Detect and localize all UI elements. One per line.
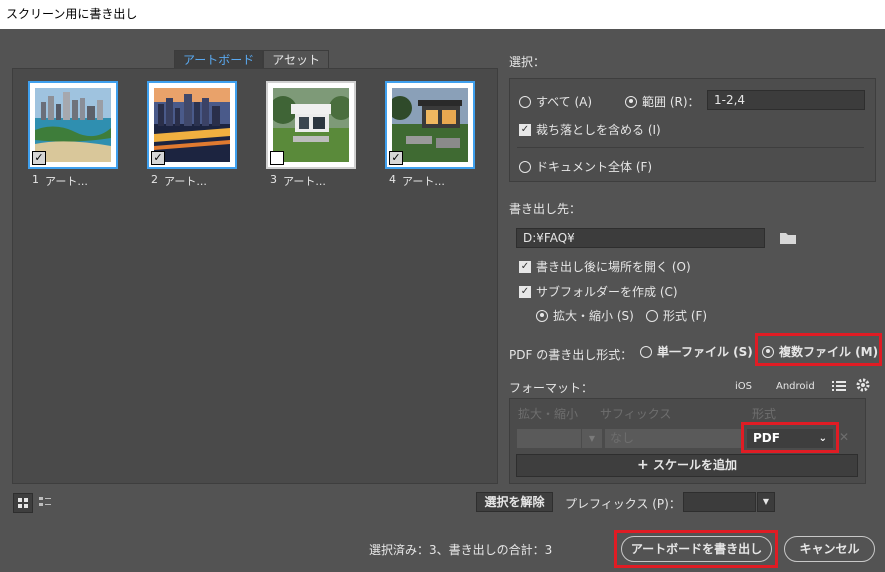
artboard-panel: ✓ 1 アート... ✓ 2 アート... 3 アート... ✓ 4 アート..… xyxy=(12,68,498,484)
select-range-radio[interactable] xyxy=(625,95,637,108)
modern-house-dusk-thumbnail xyxy=(392,88,468,162)
artboard-item[interactable]: ✓ 1 アート... xyxy=(28,81,118,189)
create-subfolders-checkbox[interactable]: ✓ xyxy=(519,285,531,298)
tab-artboards[interactable]: アートボード xyxy=(174,50,264,70)
tab-assets[interactable]: アセット xyxy=(263,50,330,70)
subfolder-by-format-label: 形式 (F) xyxy=(663,309,708,323)
col-suffix-header: サフィックス xyxy=(600,407,672,421)
artboard-thumbnail[interactable]: ✓ xyxy=(147,81,237,169)
grid-icon xyxy=(18,498,28,508)
scale-input[interactable] xyxy=(517,429,581,448)
add-scale-label: スケールを追加 xyxy=(652,458,737,472)
export-to-section-label: 書き出し先： xyxy=(509,202,582,216)
whole-document-radio[interactable] xyxy=(519,160,531,173)
include-bleed-option[interactable]: ✓ 裁ち落としを含める (I) xyxy=(519,121,661,138)
subfolder-by-format-radio[interactable] xyxy=(646,309,658,322)
divider xyxy=(517,147,864,148)
open-after-export-option[interactable]: ✓ 書き出し後に場所を開く (O) xyxy=(519,258,691,275)
chevron-down-icon[interactable]: ▼ xyxy=(757,492,775,512)
highlight-box xyxy=(755,333,882,366)
artboard-thumbnail[interactable] xyxy=(266,81,356,169)
prefix-label: プレフィックス (P)： xyxy=(565,497,681,511)
create-subfolders-label: サブフォルダーを作成 (C) xyxy=(536,285,678,299)
artboard-checkbox[interactable] xyxy=(270,151,284,165)
artboard-checkbox[interactable]: ✓ xyxy=(151,151,165,165)
prefix-input[interactable] xyxy=(683,492,756,512)
artboard-name: アート... xyxy=(402,175,445,188)
pdf-single-label: 単一ファイル (S) xyxy=(657,345,753,359)
folder-icon[interactable] xyxy=(779,230,797,248)
artboard-number: 2 xyxy=(151,173,158,186)
add-scale-button[interactable]: + スケールを追加 xyxy=(516,454,858,477)
artboard-checkbox[interactable]: ✓ xyxy=(389,151,403,165)
artboard-thumbnail[interactable]: ✓ xyxy=(28,81,118,169)
create-subfolders-option[interactable]: ✓ サブフォルダーを作成 (C) xyxy=(519,283,678,300)
artboard-item[interactable]: 3 アート... xyxy=(266,81,356,189)
city-coast-thumbnail xyxy=(35,88,111,162)
pdf-export-label: PDF の書き出し形式： xyxy=(509,348,633,362)
list-view-button[interactable] xyxy=(36,493,56,513)
subfolder-by-scale-label: 拡大・縮小 (S) xyxy=(553,309,634,323)
artboard-thumbnail[interactable]: ✓ xyxy=(385,81,475,169)
artboard-checkbox[interactable]: ✓ xyxy=(32,151,46,165)
select-all-radio[interactable] xyxy=(519,95,531,108)
list-icon[interactable] xyxy=(832,379,850,397)
highlight-box xyxy=(614,530,778,568)
artboard-number: 4 xyxy=(389,173,396,186)
export-path-input[interactable]: D:¥FAQ¥ xyxy=(516,228,765,248)
include-bleed-label: 裁ち落としを含める (I) xyxy=(536,123,661,137)
artboard-item[interactable]: ✓ 2 アート... xyxy=(147,81,237,189)
modern-house-day-thumbnail xyxy=(273,88,349,162)
range-input[interactable]: 1-2,4 xyxy=(707,90,865,110)
highlight-box xyxy=(741,422,839,453)
pdf-single-radio[interactable] xyxy=(640,345,652,358)
artboard-name: アート... xyxy=(283,175,326,188)
deselect-button[interactable]: 選択を解除 xyxy=(476,492,553,512)
select-range-option[interactable]: 範囲 (R)： xyxy=(625,93,700,110)
subfolder-by-format-option[interactable]: 形式 (F) xyxy=(646,307,707,324)
ios-preset-button[interactable]: iOS xyxy=(735,381,752,392)
status-text: 選択済み：3、書き出しの合計：3 xyxy=(369,543,553,557)
grid-view-button[interactable] xyxy=(13,493,33,513)
list-view-icon xyxy=(39,497,51,506)
android-preset-button[interactable]: Android xyxy=(776,381,815,392)
tab-bar: アートボード アセット xyxy=(174,50,330,70)
artboard-number: 1 xyxy=(32,173,39,186)
select-range-label: 範囲 (R)： xyxy=(642,95,700,109)
format-section-label: フォーマット： xyxy=(509,381,594,395)
open-after-export-checkbox[interactable]: ✓ xyxy=(519,260,531,273)
gear-icon[interactable] xyxy=(856,378,874,396)
suffix-input[interactable]: なし xyxy=(605,429,743,448)
window-title: スクリーン用に書き出し xyxy=(0,0,885,29)
artboard-name: アート... xyxy=(164,175,207,188)
whole-document-option[interactable]: ドキュメント全体 (F) xyxy=(519,158,652,175)
artboard-item[interactable]: ✓ 4 アート... xyxy=(385,81,475,189)
remove-icon[interactable]: ✕ xyxy=(839,430,849,444)
artboard-number: 3 xyxy=(270,173,277,186)
col-format-header: 形式 xyxy=(752,407,777,421)
artboard-name: アート... xyxy=(45,175,88,188)
select-all-option[interactable]: すべて (A) xyxy=(519,93,592,110)
open-after-export-label: 書き出し後に場所を開く (O) xyxy=(536,260,691,274)
cancel-button[interactable]: キャンセル xyxy=(784,536,875,562)
col-scale-header: 拡大・縮小 xyxy=(518,407,579,421)
subfolder-by-scale-option[interactable]: 拡大・縮小 (S) xyxy=(536,307,634,324)
city-night-thumbnail xyxy=(154,88,230,162)
chevron-down-icon[interactable]: ▼ xyxy=(582,429,602,448)
select-section-label: 選択： xyxy=(509,55,546,69)
whole-document-label: ドキュメント全体 (F) xyxy=(536,160,653,174)
subfolder-by-scale-radio[interactable] xyxy=(536,309,548,322)
include-bleed-checkbox[interactable]: ✓ xyxy=(519,123,531,136)
select-all-label: すべて (A) xyxy=(536,95,593,109)
plus-icon: + xyxy=(637,457,649,473)
pdf-single-option[interactable]: 単一ファイル (S) xyxy=(640,343,753,360)
